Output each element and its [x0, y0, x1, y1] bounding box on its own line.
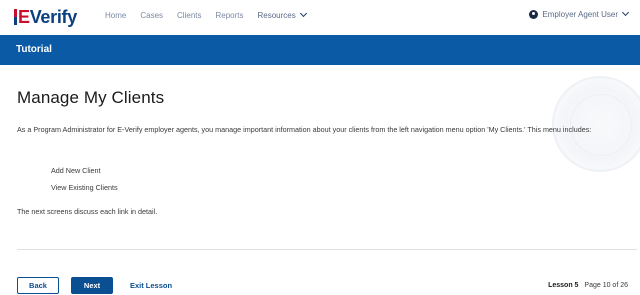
flag-icon — [14, 9, 17, 25]
nav-links: Home Cases Clients Reports Resources — [105, 9, 320, 20]
divider — [17, 249, 637, 250]
logo-prefix: E — [18, 6, 30, 27]
menu-link-list: Add New Client View Existing Clients — [51, 162, 118, 196]
tutorial-banner: Tutorial — [0, 35, 640, 65]
next-button[interactable]: Next — [71, 277, 113, 294]
back-button[interactable]: Back — [17, 277, 59, 294]
page-indicator: Page 10 of 26 — [584, 282, 628, 289]
list-item-add-new-client: Add New Client — [51, 166, 101, 175]
top-navigation: EVerify Home Cases Clients Reports Resou… — [0, 0, 640, 34]
lesson-label: Lesson 5 — [548, 282, 579, 289]
intro-text: As a Program Administrator for E-Verify … — [17, 125, 592, 134]
user-menu[interactable]: Employer Agent User — [529, 8, 630, 19]
exit-lesson-link[interactable]: Exit Lesson — [124, 277, 178, 294]
user-name: Employer Agent User — [542, 10, 618, 19]
logo-word: Verify — [29, 6, 78, 27]
e-verify-logo[interactable]: EVerify — [14, 6, 77, 28]
user-icon — [529, 10, 539, 19]
lesson-progress: Lesson 5 Page 10 of 26 — [548, 282, 628, 289]
closing-text: The next screens discuss each link in de… — [17, 207, 158, 216]
nav-reports[interactable]: Reports — [215, 11, 243, 20]
logo-text: EVerify — [18, 7, 77, 28]
list-item-view-existing-clients: View Existing Clients — [51, 183, 118, 192]
nav-resources[interactable]: Resources — [257, 9, 307, 20]
nav-clients[interactable]: Clients — [177, 11, 201, 20]
nav-home[interactable]: Home — [105, 11, 126, 20]
page-title: Manage My Clients — [17, 88, 165, 107]
nav-resources-label: Resources — [257, 11, 296, 20]
chevron-down-icon — [621, 8, 630, 17]
nav-cases[interactable]: Cases — [140, 11, 163, 20]
chevron-down-icon — [299, 9, 307, 18]
banner-title: Tutorial — [16, 44, 52, 55]
